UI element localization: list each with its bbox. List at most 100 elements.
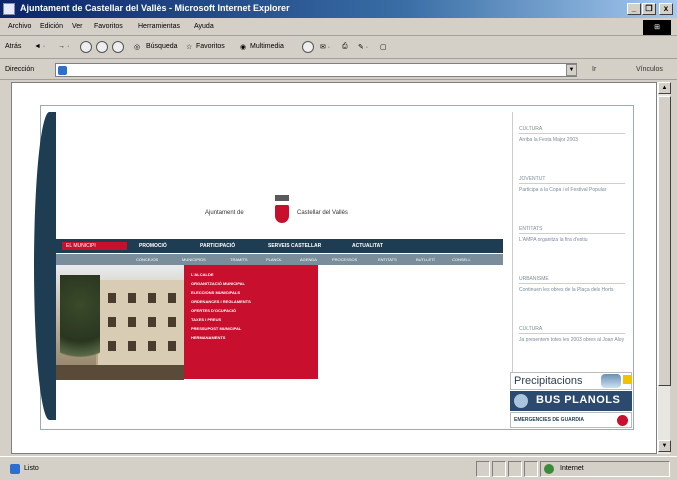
nav-item-serveis[interactable]: SERVEIS CASTELLAR [268, 242, 321, 250]
multimedia-button[interactable]: Multimedia [250, 43, 284, 50]
dropdown-item[interactable]: ORGANITZACIÓ MUNICIPAL [191, 281, 245, 287]
title-bar: Ajuntament de Castellar del Vallès - Mic… [0, 0, 677, 18]
bus-plans-label: BUS PLANOLS [536, 394, 621, 406]
menu-edicion[interactable]: Edición [40, 23, 63, 30]
discuss-icon[interactable]: ▢ [380, 43, 387, 51]
address-input[interactable] [55, 63, 577, 77]
precipitation-banner[interactable]: Precipitacions [510, 372, 632, 390]
news-title: CULTURA [519, 326, 625, 334]
dropdown-item[interactable]: ORDENANCES I REGLAMENTS [191, 299, 251, 305]
status-bar: Listo Internet [0, 456, 677, 480]
scroll-up-icon[interactable]: ▲ [658, 82, 671, 94]
subnav-item[interactable]: PROCESSOS [332, 256, 357, 263]
dropdown-item[interactable]: HERMANAMENTS [191, 335, 225, 341]
news-sidebar: CULTURA Arriba la Festa Major 2003 JOVEN… [512, 112, 630, 372]
subnav-item[interactable]: MUNICIPIOS [182, 256, 206, 263]
dropdown-item[interactable]: OFERTES D'OCUPACIÓ [191, 308, 236, 314]
news-item[interactable]: URBANISME Continuen les obres de la Plaç… [519, 276, 625, 294]
window-shape [148, 293, 156, 303]
nav-selected-label: EL MUNICIPI [66, 243, 96, 249]
page-done-icon [10, 464, 20, 474]
news-item[interactable]: CULTURA Ja presentem totes les 2003 obre… [519, 326, 625, 344]
menu-ver[interactable]: Ver [72, 23, 83, 30]
window-shape [128, 341, 136, 351]
nav-item-el-municipi[interactable]: EL MUNICIPI [62, 242, 127, 250]
news-title: URBANISME [519, 276, 625, 284]
window-shape [128, 293, 136, 303]
ie-icon [3, 3, 15, 15]
subnav-item[interactable]: CONSELL [452, 256, 471, 263]
search-button[interactable]: ◎ [134, 43, 140, 51]
favorites-button[interactable]: Favoritos [196, 43, 225, 50]
close-button[interactable]: x [659, 3, 673, 15]
status-text: Listo [24, 465, 39, 472]
menu-herramientas[interactable]: Herramientas [138, 23, 180, 30]
dropdown-item[interactable]: TAXES I PREUS [191, 317, 221, 323]
main-nav: EL MUNICIPI PROMOCIÓ PARTICIPACIÓ SERVEI… [56, 239, 503, 253]
history-icon[interactable] [302, 41, 314, 53]
emergency-banner[interactable]: EMERGENCIES DE GUARDIA [510, 412, 632, 428]
nav-item-promocio[interactable]: PROMOCIÓ [139, 242, 167, 250]
subnav-item[interactable]: BUTLLETÍ [416, 256, 435, 263]
print-icon[interactable]: ⎙ [342, 43, 348, 51]
dropdown-item[interactable]: PRESSUPOST MUNICIPAL [191, 326, 241, 332]
menu-favoritos[interactable]: Favoritos [94, 23, 123, 30]
address-label: Dirección [5, 66, 35, 73]
back-button[interactable]: Atrás [5, 43, 21, 50]
site-logo[interactable]: Ajuntament de Castellar del Vallès [205, 195, 375, 225]
vertical-scrollbar[interactable]: ▲ ▼ [657, 82, 671, 454]
back-arrow-icon[interactable]: ◄ · [34, 43, 45, 50]
scroll-thumb[interactable] [658, 96, 671, 386]
menu-archivo[interactable]: Archivo [8, 23, 31, 30]
windows-logo-icon: ⊞ [643, 20, 671, 35]
bus-icon [514, 394, 528, 408]
window-shape [168, 341, 176, 351]
news-desc: Ja presentem totes les 2003 obres al Joa… [519, 337, 625, 343]
edit-icon[interactable]: ✎ · [358, 43, 368, 51]
news-item[interactable]: ENTITATS L'AMPA organitza la fira d'esti… [519, 226, 625, 244]
mail-icon[interactable]: ✉ · [320, 43, 330, 51]
dropdown-item[interactable]: ELECCIONS MUNICIPALS [191, 290, 240, 296]
bus-plans-banner[interactable]: BUS PLANOLS [510, 391, 632, 411]
town-hall-photo [56, 265, 184, 380]
status-pane [524, 461, 538, 477]
go-button[interactable]: Ir [592, 66, 596, 73]
stop-icon[interactable] [80, 41, 92, 53]
news-item[interactable]: CULTURA Arriba la Festa Major 2003 [519, 126, 625, 144]
scroll-down-icon[interactable]: ▼ [658, 440, 671, 452]
news-title: CULTURA [519, 126, 625, 134]
menu-ayuda[interactable]: Ayuda [194, 23, 214, 30]
nav-item-actualitat[interactable]: ACTUALITAT [352, 242, 383, 250]
window-shape [108, 341, 116, 351]
window-shape [148, 317, 156, 327]
subnav-item[interactable]: TRAMITS [230, 256, 248, 263]
news-item[interactable]: JOVENTUT Participa a la Copa i el Festiv… [519, 176, 625, 194]
links-button[interactable]: Vínculos [636, 66, 663, 73]
refresh-icon[interactable] [96, 41, 108, 53]
crown-icon [275, 195, 289, 201]
multimedia-icon[interactable]: ◉ [240, 43, 246, 51]
address-dropdown-icon[interactable]: ▼ [566, 64, 577, 76]
ground-shape [56, 365, 184, 380]
subnav-item[interactable]: PLANOL [266, 256, 282, 263]
minimize-button[interactable]: _ [627, 3, 641, 15]
home-icon[interactable] [112, 41, 124, 53]
search-label[interactable]: Búsqueda [146, 43, 178, 50]
window-shape [168, 293, 176, 303]
subnav-item[interactable]: ENTITATS [378, 256, 397, 263]
palm-tree-shape [60, 275, 100, 375]
forward-button[interactable]: → · [58, 43, 69, 50]
news-title: JOVENTUT [519, 176, 625, 184]
maximize-button[interactable]: ❐ [642, 3, 656, 15]
subnav-item[interactable]: AGENDA [300, 256, 317, 263]
window-shape [148, 341, 156, 351]
rain-cloud-icon [601, 374, 621, 388]
nav-item-participacio[interactable]: PARTICIPACIÓ [200, 242, 235, 250]
subnav-item[interactable]: CONCEJOS [136, 256, 158, 263]
news-desc: Continuen les obres de la Plaça dels Hor… [519, 287, 614, 293]
news-desc: L'AMPA organitza la fira d'estiu [519, 237, 588, 243]
sub-nav: CONCEJOS MUNICIPIOS TRAMITS PLANOL AGEND… [56, 254, 503, 265]
dropdown-item[interactable]: L'ALCALDE [191, 272, 214, 278]
favorites-icon[interactable]: ☆ [186, 43, 192, 51]
toolbar: Atrás ◄ · → · ◎ Búsqueda ☆ Favoritos ◉ M… [0, 37, 677, 59]
